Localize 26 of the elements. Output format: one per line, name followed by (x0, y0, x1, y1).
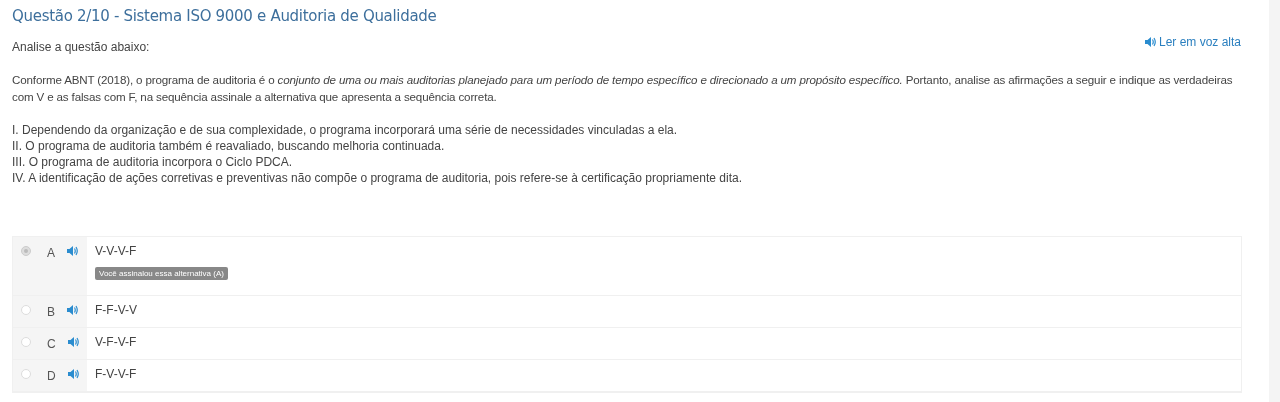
radio-button[interactable] (21, 304, 31, 315)
speaker-icon[interactable] (67, 368, 79, 379)
radio-button[interactable] (21, 245, 31, 256)
statement-text: I. Dependendo da organização e de sua complexidade, o programa incorporará uma série de necessidades vinculadas a ela. (12, 121, 679, 138)
statement-text: II. O programa de auditoria também é reavaliado, buscando melhoria continuada. (12, 137, 446, 154)
statement-text: IV. A identificação de ações corretivas e preventivas não compõe o programa de auditoria, pois refere-se à certificação propriamente dita. (12, 169, 743, 186)
option-text: V-V-V-F (95, 243, 138, 259)
intro-text: Analise a questão abaixo: (12, 38, 150, 56)
question-title: Questão 2/10 - Sistema ISO 9000 e Auditoria de Qualidade (12, 6, 438, 27)
speaker-icon[interactable] (67, 245, 78, 256)
option-text: F-F-V-V (95, 302, 138, 318)
option-letter: A (47, 244, 55, 262)
option-letter: B (47, 303, 55, 321)
option-letter: C (47, 335, 56, 353)
option-letter: D (47, 367, 56, 385)
radio-button[interactable] (21, 368, 31, 379)
question-paragraph: Conforme ABNT (2018), o programa de auditoria é o conjunto de uma ou mais auditorias planejado para um período de tempo específico e direcionado a um propósito específico. Portanto, analise as afirmações a seguir e indique as verdadeiras com V e as falsas com F, na sequência assinale a alternativa que apresenta a sequência correta. (12, 71, 1234, 105)
read-aloud-link[interactable]: Ler em voz alta (1144, 32, 1241, 51)
speaker-icon[interactable] (67, 336, 79, 347)
radio-button[interactable] (21, 336, 31, 347)
statement-text: III. O programa de auditoria incorpora o Ciclo PDCA. (12, 153, 294, 170)
speaker-icon[interactable] (1144, 36, 1156, 47)
option-text: V-F-V-F (95, 334, 138, 350)
speaker-icon[interactable] (67, 304, 78, 315)
option-text: F-V-V-F (95, 366, 138, 382)
selected-badge: Você assinalou essa alternativa (A) (95, 266, 228, 280)
